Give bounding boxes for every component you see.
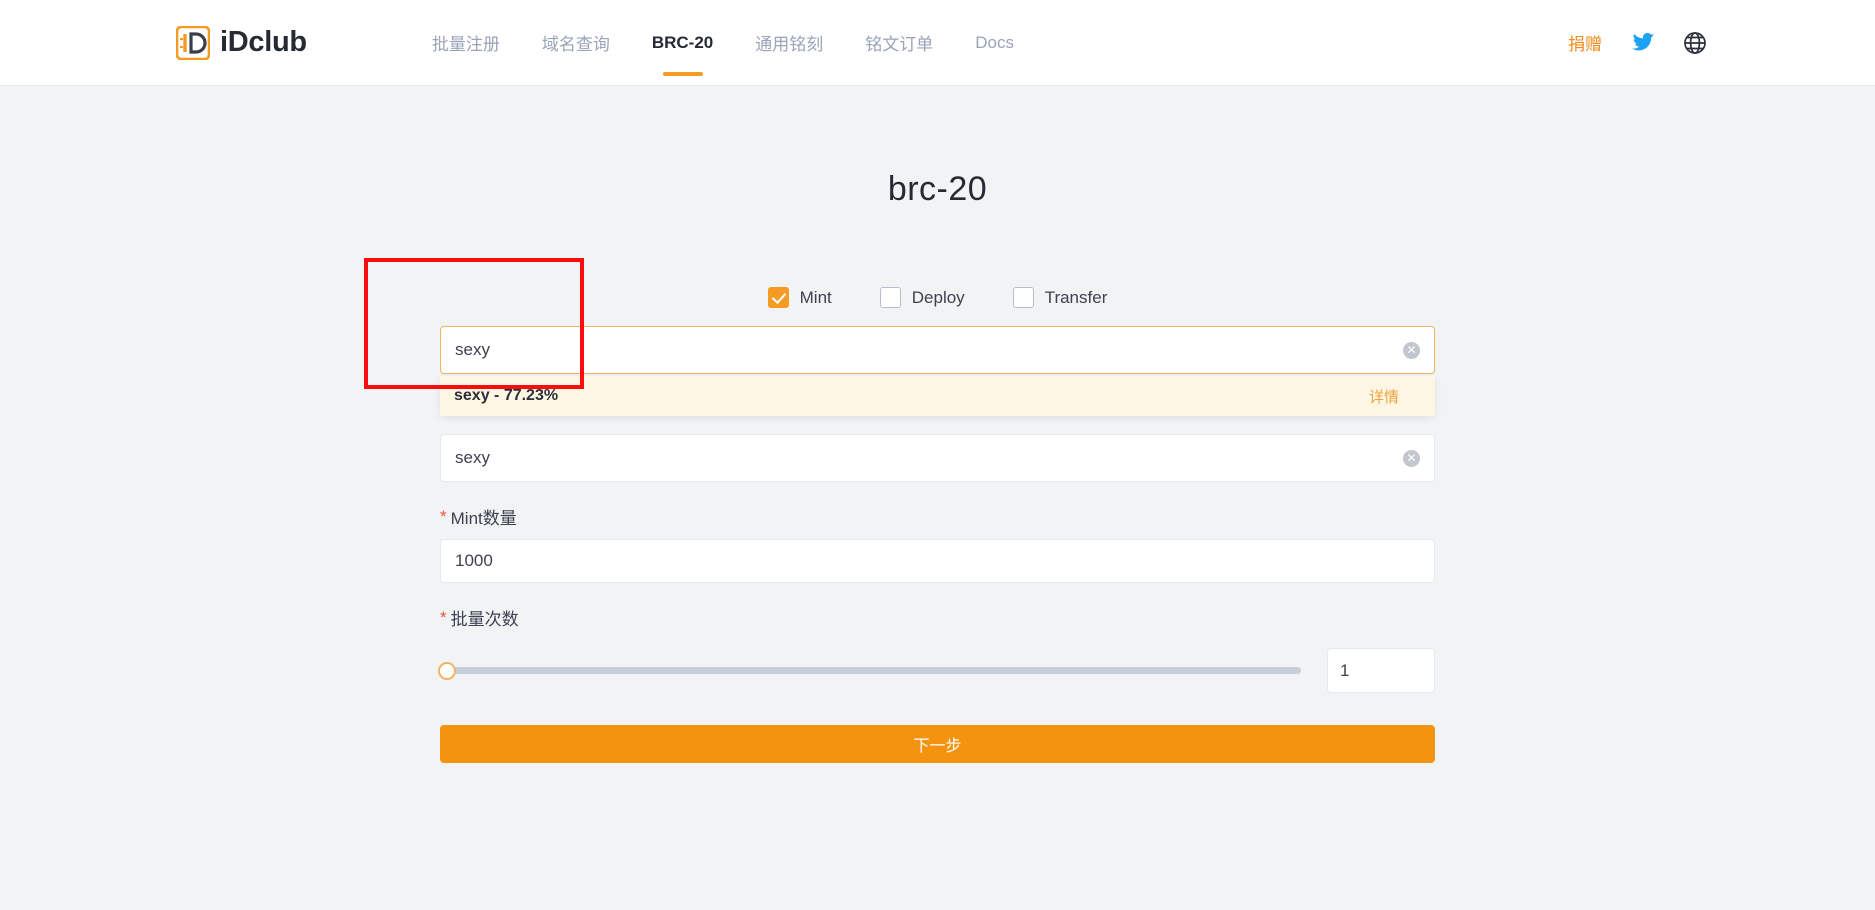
checkbox-transfer[interactable]: Transfer (1013, 287, 1108, 308)
ticker-search-field[interactable]: ✕ (440, 326, 1435, 374)
clear-circle-icon[interactable]: ✕ (1403, 450, 1420, 467)
required-asterisk: * (440, 508, 447, 525)
brand-name: iDclub (220, 28, 307, 57)
checkbox-label: Mint (800, 288, 832, 308)
empty-checkbox-icon (880, 287, 901, 308)
mint-amount-input[interactable] (441, 540, 1434, 582)
batch-count-number-field[interactable] (1327, 648, 1435, 693)
page-title: brc-20 (0, 85, 1875, 209)
checkbox-label: Deploy (912, 288, 965, 308)
nav-label: 通用铭刻 (755, 30, 823, 55)
label-text: 批量次数 (451, 605, 519, 630)
slider-track (440, 667, 1301, 674)
spacer (440, 416, 1435, 434)
twitter-icon[interactable] (1630, 30, 1655, 55)
required-asterisk: * (440, 609, 447, 626)
empty-checkbox-icon (1013, 287, 1034, 308)
mint-amount-label: * Mint数量 (440, 504, 1435, 529)
globe-icon[interactable] (1683, 31, 1707, 55)
batch-count-slider[interactable] (440, 660, 1301, 682)
nav-item-brc20[interactable]: BRC-20 (631, 0, 734, 85)
ticker-search-input[interactable] (441, 327, 1434, 373)
header-actions: 捐赠 (1568, 0, 1707, 85)
nav-label: 铭文订单 (865, 30, 933, 55)
nav-item-docs[interactable]: Docs (954, 0, 1035, 85)
nav-item-general-inscription[interactable]: 通用铭刻 (734, 0, 844, 85)
clear-circle-icon[interactable]: ✕ (1403, 342, 1420, 359)
ticker-suggestion-dropdown: sexy - 77.23% 详情 (440, 376, 1435, 416)
nav-label: Docs (975, 33, 1014, 53)
batch-count-label: * 批量次数 (440, 605, 1435, 630)
suggestion-detail-link[interactable]: 详情 (1369, 386, 1399, 407)
checkbox-mint[interactable]: Mint (768, 287, 832, 308)
batch-count-input[interactable] (1328, 649, 1434, 692)
checkbox-deploy[interactable]: Deploy (880, 287, 965, 308)
checkmark-icon (768, 287, 789, 308)
nav-label: 批量注册 (432, 30, 500, 55)
donate-link[interactable]: 捐赠 (1568, 30, 1602, 55)
brc20-form: Mint Deploy Transfer ✕ sexy - 77.23% 详情 (440, 287, 1435, 763)
next-step-button[interactable]: 下一步 (440, 725, 1435, 763)
batch-count-row (440, 648, 1435, 693)
suggestion-label: sexy - 77.23% (454, 387, 558, 405)
suggestion-option[interactable]: sexy - 77.23% 详情 (440, 376, 1435, 416)
ticker-input[interactable] (441, 435, 1434, 481)
nav-item-inscription-orders[interactable]: 铭文订单 (844, 0, 954, 85)
nav-label: BRC-20 (652, 33, 713, 53)
nav-item-bulk-register[interactable]: 批量注册 (411, 0, 521, 85)
nav-label: 域名查询 (542, 30, 610, 55)
checkbox-label: Transfer (1045, 288, 1108, 308)
site-header: iDclub 批量注册 域名查询 BRC-20 通用铭刻 铭文订单 Docs 捐… (0, 0, 1875, 85)
mode-checkbox-group: Mint Deploy Transfer (440, 287, 1435, 308)
idclub-logo-icon (176, 26, 210, 60)
label-text: Mint数量 (451, 504, 517, 529)
brand-logo[interactable]: iDclub (176, 26, 307, 60)
page-body: brc-20 Mint Deploy Transfer ✕ se (0, 85, 1875, 910)
ticker-field[interactable]: ✕ (440, 434, 1435, 482)
nav-item-domain-search[interactable]: 域名查询 (521, 0, 631, 85)
slider-handle[interactable] (438, 662, 456, 680)
main-navigation: 批量注册 域名查询 BRC-20 通用铭刻 铭文订单 Docs (411, 0, 1035, 85)
mint-amount-field[interactable] (440, 539, 1435, 583)
